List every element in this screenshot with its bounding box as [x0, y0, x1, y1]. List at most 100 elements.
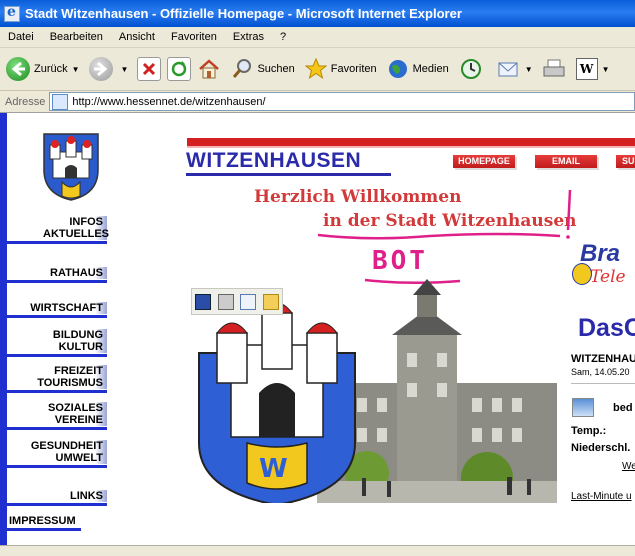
status-bar — [0, 545, 635, 556]
home-icon — [197, 57, 221, 81]
edit-dropdown-icon[interactable]: ▼ — [602, 65, 610, 74]
weather-condition: bed — [613, 402, 633, 414]
edit-button[interactable]: W ▼ — [575, 53, 613, 85]
nav-soziales-vereine[interactable]: SOZIALES VEREINE — [7, 402, 107, 430]
mail-dropdown-icon[interactable]: ▼ — [525, 65, 533, 74]
pink-annotation — [317, 189, 572, 285]
nav-underline — [7, 528, 81, 531]
nav-underline — [7, 427, 107, 430]
menu-favoriten[interactable]: Favoriten — [163, 31, 225, 43]
menu-bearbeiten[interactable]: Bearbeiten — [42, 31, 111, 43]
refresh-icon — [167, 57, 192, 81]
media-button[interactable]: Medien — [387, 53, 449, 85]
stop-button[interactable] — [137, 53, 162, 85]
forward-button[interactable]: ▼ — [88, 53, 132, 85]
nav-wirtschaft[interactable]: WIRTSCHAFT — [7, 302, 107, 318]
nav-underline — [7, 503, 107, 506]
brand-logo-icon — [572, 263, 592, 285]
menu-ansicht[interactable]: Ansicht — [111, 31, 163, 43]
image-toolbar — [191, 288, 283, 315]
nav-label: LINKS — [70, 490, 103, 502]
favorites-label: Favoriten — [330, 63, 377, 75]
nav-underline — [7, 465, 107, 468]
favorites-button[interactable]: Favoriten — [304, 53, 377, 85]
email-image-icon[interactable] — [240, 293, 257, 310]
print-image-icon[interactable] — [217, 293, 234, 310]
nav-label: INFOS AKTUELLES — [43, 216, 109, 240]
svg-text:W: W — [259, 454, 288, 484]
print-button[interactable] — [542, 53, 566, 85]
nav-bildung-kultur[interactable]: BILDUNG KULTUR — [7, 329, 107, 357]
weather-rain-label: Niederschl. — [571, 442, 631, 454]
left-blue-strip — [0, 113, 7, 545]
das-heading: DasC — [578, 314, 635, 342]
nav-label: IMPRESSUM — [9, 515, 76, 527]
menu-bar: Datei Bearbeiten Ansicht Favoriten Extra… — [0, 27, 635, 48]
weather-link[interactable]: We — [622, 461, 635, 472]
ie-icon — [4, 4, 20, 22]
word-edit-icon: W — [575, 58, 598, 80]
search-icon — [231, 58, 253, 80]
weather-divider — [571, 383, 635, 384]
history-button[interactable] — [459, 53, 483, 85]
menu-help[interactable]: ? — [272, 31, 294, 43]
nav-gesundheit-umwelt[interactable]: GESUNDHEIT UMWELT — [7, 440, 107, 468]
suche-button[interactable]: SU — [616, 155, 635, 168]
back-arrow-icon — [6, 57, 30, 81]
search-label: Suchen — [257, 63, 295, 75]
nav-label: GESUNDHEIT UMWELT — [30, 440, 103, 464]
window-title: Stadt Witzenhausen - Offizielle Homepage… — [25, 6, 462, 21]
header-red-bar — [187, 138, 635, 146]
nav-links[interactable]: LINKS — [7, 490, 107, 506]
nav-underline — [7, 241, 107, 244]
save-image-icon[interactable] — [195, 293, 212, 310]
nav-impressum[interactable]: IMPRESSUM — [7, 515, 107, 531]
nav-label: FREIZEIT TOURISMUS — [37, 365, 103, 389]
refresh-button[interactable] — [167, 53, 192, 85]
nav-underline — [7, 280, 107, 283]
address-bar: Adresse http://www.hessennet.de/witzenha… — [0, 91, 635, 113]
nav-underline — [7, 390, 107, 393]
page-title: WITZENHAUSEN — [186, 149, 362, 172]
toolbar: Zurück ▼ ▼ Suchen Favoriten Medien ▼ W ▼ — [0, 48, 635, 91]
nav-rathaus[interactable]: RATHAUS — [7, 267, 107, 283]
history-icon — [459, 57, 483, 81]
last-minute-link[interactable]: Last-Minute u — [571, 491, 632, 502]
mail-icon — [497, 58, 521, 80]
nav-freizeit-tourismus[interactable]: FREIZEIT TOURISMUS — [7, 365, 107, 393]
bot-annotation: BOT — [372, 246, 428, 276]
stop-icon — [137, 57, 162, 81]
weather-temp-label: Temp.: — [571, 425, 607, 437]
menu-datei[interactable]: Datei — [0, 31, 42, 43]
title-bar: Stadt Witzenhausen - Offizielle Homepage… — [0, 0, 635, 27]
page-content: INFOS AKTUELLES RATHAUS WIRTSCHAFT BILDU… — [0, 113, 635, 545]
address-url[interactable]: http://www.hessennet.de/witzenhausen/ — [72, 96, 265, 108]
homepage-button[interactable]: HOMEPAGE — [453, 155, 515, 168]
menu-extras[interactable]: Extras — [225, 31, 272, 43]
address-input[interactable]: http://www.hessennet.de/witzenhausen/ — [49, 92, 635, 111]
nav-underline — [7, 315, 107, 318]
weather-cloud-icon — [572, 398, 594, 417]
weather-city: WITZENHAU — [571, 353, 635, 365]
nav-label: SOZIALES VEREINE — [47, 402, 103, 426]
folder-image-icon[interactable] — [262, 293, 279, 310]
nav-label: BILDUNG KULTUR — [52, 329, 103, 353]
forward-dropdown-icon[interactable]: ▼ — [121, 65, 129, 74]
header-red-shade — [187, 146, 635, 148]
nav-label: RATHAUS — [50, 267, 103, 279]
media-globe-icon — [387, 58, 409, 80]
back-dropdown-icon[interactable]: ▼ — [72, 65, 80, 74]
search-button[interactable]: Suchen — [231, 53, 295, 85]
home-button[interactable] — [197, 53, 221, 85]
brand-logo-subtext[interactable]: Tele — [590, 267, 626, 287]
address-label: Adresse — [5, 95, 46, 108]
nav-infos-aktuelles[interactable]: INFOS AKTUELLES — [7, 216, 109, 244]
back-label: Zurück — [34, 63, 68, 75]
mail-button[interactable]: ▼ — [497, 53, 536, 85]
back-button[interactable]: Zurück ▼ — [6, 53, 83, 85]
nav-label: WIRTSCHAFT — [30, 302, 103, 314]
nav-underline — [7, 354, 107, 357]
title-underline — [186, 173, 391, 176]
weather-date: Sam, 14.05.20 — [571, 367, 630, 377]
email-button[interactable]: EMAIL — [535, 155, 597, 168]
